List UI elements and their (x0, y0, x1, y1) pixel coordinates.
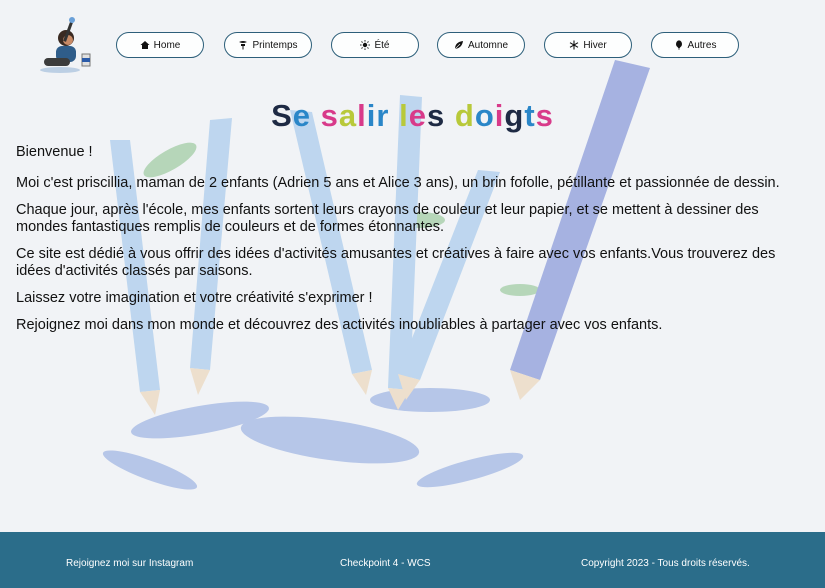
title-letter: r (376, 98, 390, 133)
title-letter: d (454, 98, 475, 133)
nav-ete-label: Été (374, 39, 390, 51)
site-purpose-paragraph: Ce site est dédié à vous offrir des idée… (16, 246, 776, 279)
title-letter: i (494, 98, 505, 133)
intro-paragraph: Moi c'est priscillia, maman de 2 enfants… (16, 175, 780, 191)
imagination-paragraph: Laissez votre imagination et votre créat… (16, 290, 373, 306)
title-letter: o (474, 98, 495, 133)
welcome-paragraph: Bienvenue ! (16, 144, 93, 160)
title-letter: l (357, 98, 367, 133)
title-letter: s (535, 98, 554, 133)
title-letter (311, 98, 321, 134)
instagram-link[interactable]: Rejoignez moi sur Instagram (66, 558, 193, 569)
checkpoint-text: Checkpoint 4 - WCS (340, 558, 431, 569)
nav-home-button[interactable]: Home (116, 32, 204, 58)
copyright-text: Copyright 2023 - Tous droits réservés. (581, 558, 750, 569)
title-letter: l (399, 98, 409, 133)
nav-autres-label: Autres (687, 39, 717, 51)
nav-automne-label: Automne (467, 39, 509, 51)
title-letter: s (427, 98, 446, 133)
nav-printemps-button[interactable]: Printemps (224, 32, 312, 58)
main-content: Bienvenue ! Moi c'est priscillia, maman … (16, 144, 812, 344)
title-letter: t (524, 98, 536, 133)
site-header: Home Printemps Été Automne Hiver Autres (0, 0, 825, 80)
home-icon (140, 41, 150, 49)
title-letter: g (504, 98, 525, 133)
join-paragraph: Rejoignez moi dans mon monde et découvre… (16, 317, 663, 333)
nav-home-label: Home (153, 39, 181, 51)
title-letter: e (292, 98, 312, 133)
nav-automne-button[interactable]: Automne (437, 32, 525, 58)
title-letter: e (408, 98, 427, 133)
title-letter: S (271, 98, 293, 133)
daily-paragraph: Chaque jour, après l'école, mes enfants … (16, 202, 759, 235)
leaf-icon (454, 41, 463, 50)
balloon-icon (675, 40, 682, 50)
nav-autres-button[interactable]: Autres (651, 32, 739, 58)
flower-icon (239, 41, 248, 50)
snowflake-icon (570, 40, 579, 50)
title-letter: i (366, 98, 377, 133)
title-letter: s (320, 98, 339, 133)
nav-ete-button[interactable]: Été (331, 32, 419, 58)
sun-icon (360, 40, 371, 50)
nav-printemps-label: Printemps (252, 39, 298, 51)
child-painting-logo[interactable] (30, 14, 94, 74)
page-title: Se salir les doigts (0, 98, 825, 134)
title-letter: a (338, 98, 358, 133)
nav-hiver-button[interactable]: Hiver (544, 32, 632, 58)
title-letter (390, 98, 400, 134)
title-letter (445, 98, 455, 134)
nav-hiver-label: Hiver (583, 39, 607, 51)
site-footer: Rejoignez moi sur Instagram Checkpoint 4… (0, 532, 825, 588)
